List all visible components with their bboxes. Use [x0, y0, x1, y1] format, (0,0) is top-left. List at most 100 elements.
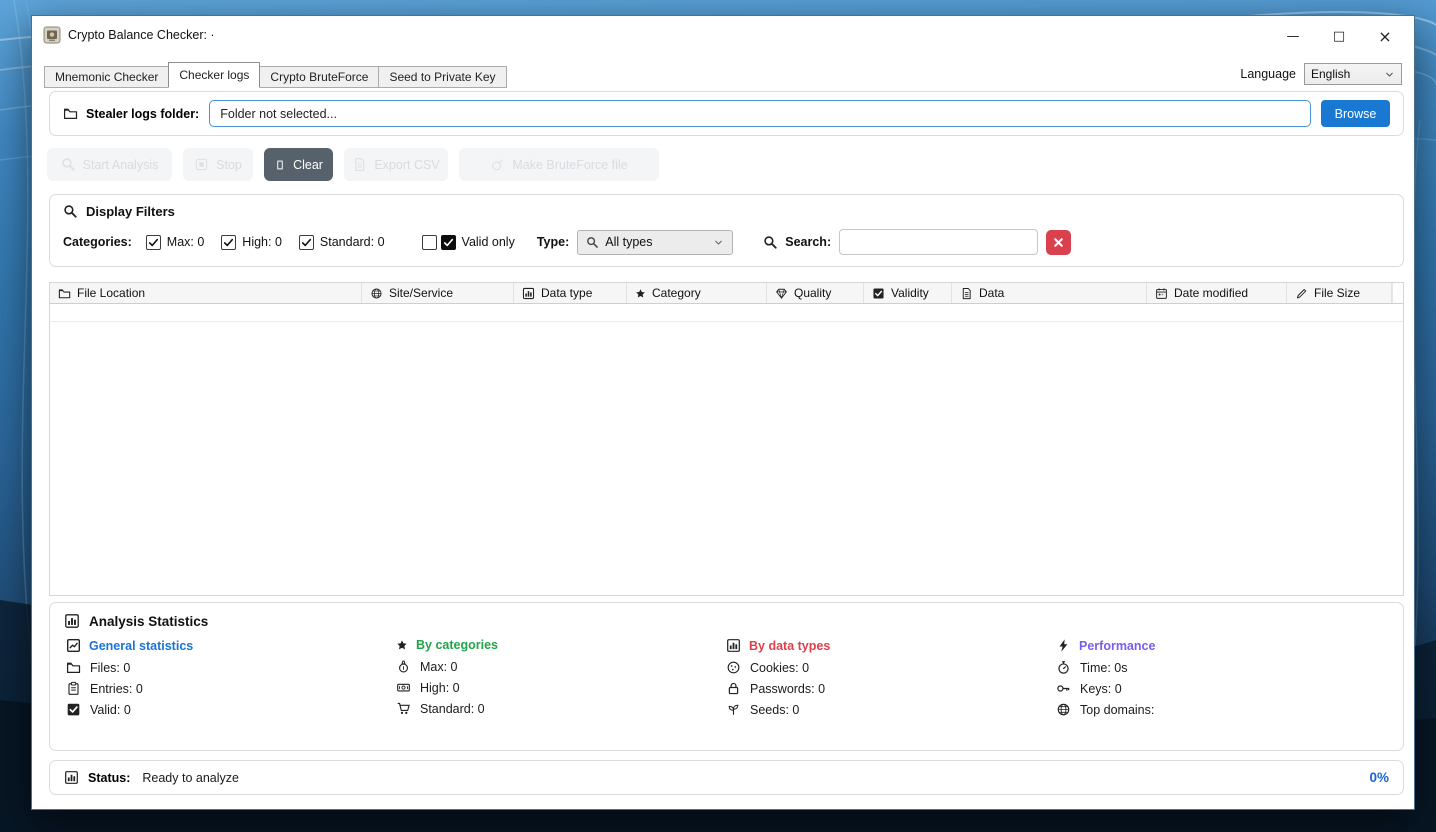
column-label: Validity	[891, 286, 929, 300]
search-input[interactable]	[839, 229, 1039, 255]
column-label: Data	[979, 286, 1005, 300]
close-button[interactable]: ×	[1362, 20, 1408, 52]
tab-seed-to-private-key[interactable]: Seed to Private Key	[378, 66, 507, 88]
stat-max: Max: 0	[396, 659, 726, 674]
stat-label: Top domains:	[1080, 702, 1155, 717]
stat-valid: Valid: 0	[66, 702, 396, 717]
stat-label: Time: 0s	[1080, 660, 1128, 675]
close-x-icon	[1052, 236, 1065, 249]
folder-icon	[63, 106, 78, 121]
titlebar: Crypto Balance Checker: · — □ ×	[32, 16, 1414, 60]
start-analysis-button[interactable]: Start Analysis	[47, 148, 172, 181]
stopwatch-icon	[1056, 660, 1071, 675]
column-header-file-size[interactable]: File Size	[1287, 283, 1392, 303]
clear-icon	[274, 159, 286, 171]
filter-valid-only-label: Valid only	[461, 235, 515, 249]
search-label: Search:	[785, 235, 832, 249]
stat-cookies: Cookies: 0	[726, 660, 1056, 675]
folder-selection-panel: Stealer logs folder: Browse	[49, 91, 1404, 136]
minimize-button[interactable]: —	[1270, 20, 1316, 52]
tab-mnemonic-checker[interactable]: Mnemonic Checker	[44, 66, 170, 88]
column-header-site-service[interactable]: Site/Service	[362, 283, 514, 303]
column-label: File Location	[77, 286, 146, 300]
tab-crypto-bruteforce[interactable]: Crypto BruteForce	[259, 66, 380, 88]
column-header-quality[interactable]: Quality	[767, 283, 864, 303]
column-header-validity[interactable]: Validity	[864, 283, 952, 303]
browse-button[interactable]: Browse	[1321, 100, 1390, 127]
stat-passwords: Passwords: 0	[726, 681, 1056, 696]
tab-checker-logs[interactable]: Checker logs	[168, 62, 261, 88]
stat-entries: Entries: 0	[66, 681, 396, 696]
stats-group-categories: By categories Max: 0 High: 0 Standard: 0	[396, 638, 726, 717]
display-filters-panel: Display Filters Categories: Max: 0 High:…	[49, 194, 1404, 267]
export-icon	[352, 157, 367, 172]
stats-group-header: Performance	[1056, 638, 1389, 653]
cookie-icon	[726, 660, 741, 675]
column-header-file-location[interactable]: File Location	[50, 283, 362, 303]
column-header-data[interactable]: Data	[952, 283, 1147, 303]
stats-group-title: By categories	[416, 638, 498, 652]
stat-label: Seeds: 0	[750, 702, 800, 717]
analysis-statistics-panel: Analysis Statistics General statistics F…	[49, 602, 1404, 751]
filter-max-label: Max: 0	[166, 235, 205, 249]
maximize-button[interactable]: □	[1316, 20, 1362, 52]
stat-label: Files: 0	[90, 660, 131, 675]
display-filters-title: Display Filters	[86, 204, 175, 219]
search-icon	[61, 157, 76, 172]
column-header-date-modified[interactable]: Date modified	[1147, 283, 1287, 303]
search-icon	[586, 236, 599, 249]
export-csv-label: Export CSV	[374, 157, 440, 172]
make-bruteforce-file-label: Make BruteForce file	[512, 157, 628, 172]
pencil-icon	[1295, 287, 1308, 300]
clear-button[interactable]: Clear	[264, 148, 333, 181]
language-select[interactable]: English	[1304, 63, 1402, 85]
make-bruteforce-file-button[interactable]: Make BruteForce file	[459, 148, 659, 181]
stat-label: Max: 0	[420, 659, 458, 674]
stat-label: High: 0	[420, 680, 460, 695]
folder-path-input[interactable]	[209, 100, 1311, 127]
stat-label: Passwords: 0	[750, 681, 826, 696]
column-header-category[interactable]: Category	[627, 283, 767, 303]
scrollbar-track[interactable]	[1392, 283, 1403, 303]
filter-high-checkbox[interactable]: High: 0	[221, 234, 282, 250]
stat-label: Entries: 0	[90, 681, 143, 696]
folder-label: Stealer logs folder:	[86, 106, 200, 121]
tab-strip: Mnemonic Checker Checker logs Crypto Bru…	[44, 61, 1402, 88]
stop-button[interactable]: Stop	[183, 148, 253, 181]
stats-group-general: General statistics Files: 0 Entries: 0 V…	[66, 638, 396, 717]
star-icon	[635, 288, 646, 299]
clear-search-button[interactable]	[1046, 229, 1072, 255]
checkbox-checked-icon	[298, 234, 314, 250]
filter-max-checkbox[interactable]: Max: 0	[145, 234, 205, 250]
star-icon	[396, 639, 408, 651]
export-csv-button[interactable]: Export CSV	[344, 148, 448, 181]
bar-chart-icon	[64, 613, 80, 629]
stats-group-header: By data types	[726, 638, 1056, 653]
app-window: Crypto Balance Checker: · — □ × Mnemonic…	[31, 15, 1415, 810]
app-icon	[43, 26, 61, 44]
filter-standard-checkbox[interactable]: Standard: 0	[298, 234, 385, 250]
stat-high: High: 0	[396, 680, 726, 695]
seedling-icon	[726, 702, 741, 717]
type-selected-value: All types	[605, 235, 653, 249]
lock-icon	[726, 681, 741, 696]
stat-files: Files: 0	[66, 660, 396, 675]
action-buttons: Start Analysis Stop Clear Export CSV Mak…	[47, 148, 659, 181]
chart-line-icon	[66, 638, 81, 653]
money-bag-icon	[396, 659, 411, 674]
stat-label: Valid: 0	[90, 702, 131, 717]
window-title: Crypto Balance Checker: ·	[68, 28, 215, 42]
column-label: Quality	[794, 286, 832, 300]
stats-group-title: General statistics	[89, 638, 194, 653]
type-select[interactable]: All types	[577, 229, 734, 255]
analysis-statistics-title: Analysis Statistics	[89, 613, 209, 629]
globe-icon	[370, 287, 383, 300]
calendar-icon	[1155, 287, 1168, 300]
checkbox-filled-icon	[440, 234, 456, 250]
column-label: Data type	[541, 286, 593, 300]
folder-icon	[66, 660, 81, 675]
progress-percentage: 0%	[1369, 770, 1389, 785]
filter-valid-only-checkbox[interactable]: Valid only	[421, 234, 515, 250]
column-header-data-type[interactable]: Data type	[514, 283, 627, 303]
stop-label: Stop	[216, 157, 242, 172]
